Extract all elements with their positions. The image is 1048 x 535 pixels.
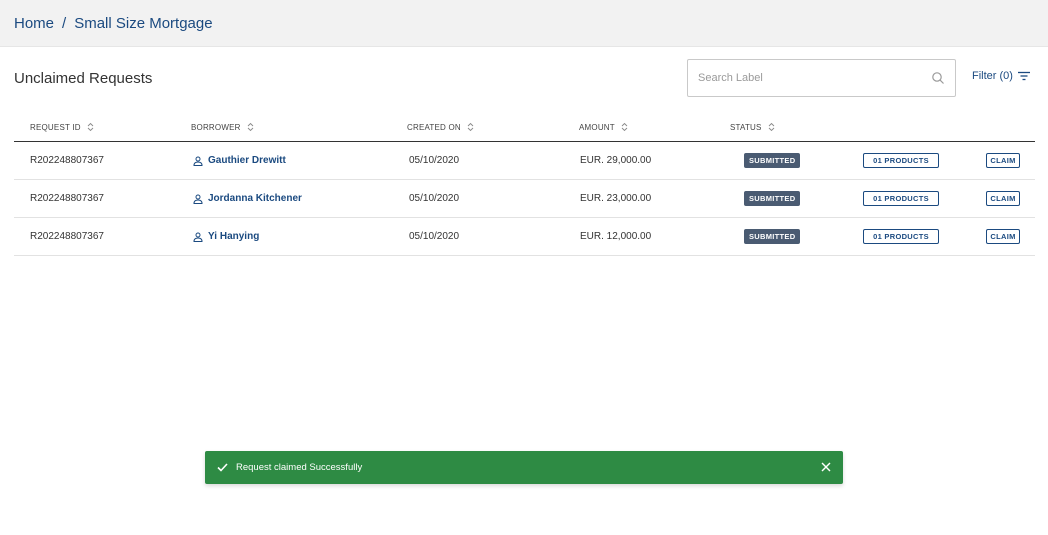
success-toast: Request claimed Successfully bbox=[205, 451, 843, 484]
status-badge: SUBMITTED bbox=[744, 229, 801, 244]
products-button[interactable]: 01 PRODUCTS bbox=[863, 229, 939, 244]
column-label: AMOUNT bbox=[579, 122, 615, 132]
claim-button[interactable]: CLAIM bbox=[986, 229, 1020, 244]
claim-button[interactable]: CLAIM bbox=[986, 191, 1020, 206]
products-button[interactable]: 01 PRODUCTS bbox=[863, 191, 939, 206]
column-header-status[interactable]: STATUS bbox=[730, 122, 775, 132]
products-cell: 01 PRODUCTS bbox=[863, 180, 939, 217]
sort-icon bbox=[87, 122, 94, 132]
table-row: R202248807367 Yi Hanying 05/10/2020 EUR.… bbox=[14, 218, 1035, 256]
status-badge: SUBMITTED bbox=[744, 191, 801, 206]
user-icon bbox=[193, 194, 203, 204]
created-on-cell: 05/10/2020 bbox=[409, 193, 460, 204]
toast-message: Request claimed Successfully bbox=[236, 462, 363, 473]
user-icon bbox=[193, 232, 203, 242]
user-icon bbox=[193, 156, 203, 166]
breadcrumb-separator: / bbox=[62, 14, 67, 32]
breadcrumb: Home / Small Size Mortgage bbox=[0, 0, 1048, 47]
amount-cell: EUR. 12,000.00 bbox=[580, 231, 652, 242]
borrower-link[interactable]: Jordanna Kitchener bbox=[193, 180, 302, 217]
sort-icon bbox=[467, 122, 474, 132]
sort-icon bbox=[247, 122, 253, 132]
column-label: STATUS bbox=[730, 122, 762, 132]
sort-icon bbox=[621, 122, 628, 132]
products-button[interactable]: 01 PRODUCTS bbox=[863, 153, 939, 168]
column-label: REQUEST ID bbox=[30, 122, 81, 132]
table-row: R202248807367 Gauthier Drewitt 05/10/202… bbox=[14, 142, 1035, 180]
page-title: Unclaimed Requests bbox=[14, 70, 153, 87]
products-cell: 01 PRODUCTS bbox=[863, 218, 939, 255]
amount-cell: EUR. 23,000.00 bbox=[580, 193, 652, 204]
borrower-link[interactable]: Yi Hanying bbox=[193, 218, 259, 255]
column-header-borrower[interactable]: BORROWER bbox=[191, 122, 254, 132]
column-header-created-on[interactable]: CREATED ON bbox=[407, 122, 474, 132]
table-header: REQUEST ID BORROWER CREATED ON AMOUNT ST… bbox=[14, 116, 1035, 142]
request-id-cell: R202248807367 bbox=[30, 155, 104, 166]
claim-cell: CLAIM bbox=[986, 142, 1020, 179]
borrower-link[interactable]: Gauthier Drewitt bbox=[193, 142, 286, 179]
search-input[interactable] bbox=[698, 72, 931, 84]
search-icon[interactable] bbox=[931, 71, 945, 85]
column-header-request-id[interactable]: REQUEST ID bbox=[30, 122, 94, 132]
sort-icon bbox=[768, 122, 774, 132]
search-box bbox=[687, 59, 956, 97]
filter-button[interactable]: Filter (0) bbox=[972, 70, 1030, 82]
column-label: CREATED ON bbox=[407, 122, 461, 132]
borrower-name: Gauthier Drewitt bbox=[208, 155, 286, 166]
close-icon[interactable] bbox=[821, 462, 831, 472]
filter-label: Filter (0) bbox=[972, 70, 1013, 82]
status-badge: SUBMITTED bbox=[744, 153, 801, 168]
amount-cell: EUR. 29,000.00 bbox=[580, 155, 652, 166]
column-header-amount[interactable]: AMOUNT bbox=[579, 122, 628, 132]
requests-table: REQUEST ID BORROWER CREATED ON AMOUNT ST… bbox=[14, 116, 1035, 256]
breadcrumb-current: Small Size Mortgage bbox=[74, 14, 213, 32]
table-row: R202248807367 Jordanna Kitchener 05/10/2… bbox=[14, 180, 1035, 218]
request-id-cell: R202248807367 bbox=[30, 193, 104, 204]
products-cell: 01 PRODUCTS bbox=[863, 142, 939, 179]
request-id-cell: R202248807367 bbox=[30, 231, 104, 242]
claim-cell: CLAIM bbox=[986, 218, 1020, 255]
claim-cell: CLAIM bbox=[986, 180, 1020, 217]
breadcrumb-home-link[interactable]: Home bbox=[14, 15, 54, 32]
check-icon bbox=[217, 463, 228, 472]
filter-icon bbox=[1017, 71, 1030, 81]
borrower-name: Jordanna Kitchener bbox=[208, 193, 302, 204]
created-on-cell: 05/10/2020 bbox=[409, 155, 460, 166]
claim-button[interactable]: CLAIM bbox=[986, 153, 1020, 168]
status-cell: SUBMITTED bbox=[744, 180, 801, 217]
created-on-cell: 05/10/2020 bbox=[409, 231, 460, 242]
column-label: BORROWER bbox=[191, 122, 241, 132]
status-cell: SUBMITTED bbox=[744, 142, 801, 179]
borrower-name: Yi Hanying bbox=[208, 231, 260, 242]
status-cell: SUBMITTED bbox=[744, 218, 801, 255]
